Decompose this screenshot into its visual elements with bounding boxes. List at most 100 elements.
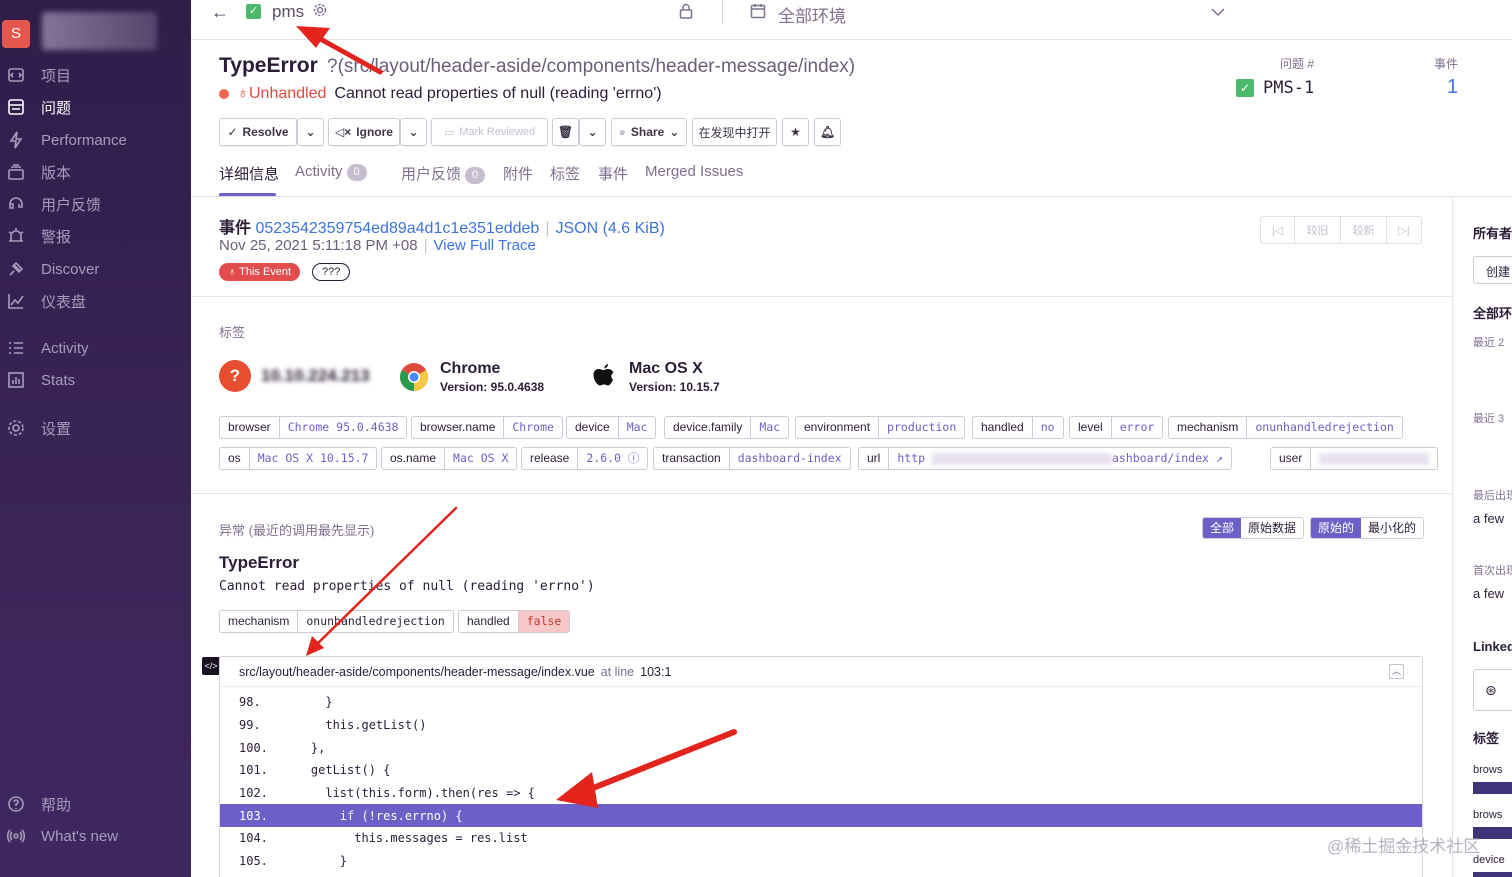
gear-icon[interactable]: [313, 3, 327, 22]
chevron-down-icon[interactable]: [1211, 4, 1225, 22]
org-switcher[interactable]: S: [0, 8, 191, 52]
chevron-down-icon: ⌄: [305, 125, 316, 139]
sidebar-item-alerts[interactable]: 警报: [0, 223, 191, 249]
exception-view-toggle: 全部 原始数据: [1202, 517, 1305, 539]
line-number: 102.: [239, 786, 268, 801]
ignore-dropdown-button[interactable]: ⌄: [400, 118, 427, 146]
tab-merged-issues[interactable]: Merged Issues: [645, 163, 743, 180]
org-avatar[interactable]: S: [2, 20, 30, 48]
tag-key: mechanism: [1169, 417, 1248, 438]
tag-value: Mac OS X: [453, 451, 509, 465]
frame-at-label: at line: [600, 664, 635, 679]
sidebar-item-projects[interactable]: 项目: [0, 62, 191, 88]
sidebar-item-releases[interactable]: 版本: [0, 159, 191, 185]
tag-key: url: [859, 448, 890, 469]
latest-event-button[interactable]: ▷|: [1387, 217, 1421, 243]
stack-frame-header[interactable]: src/layout/header-aside/components/heade…: [220, 657, 1422, 687]
tag-os-name[interactable]: os.name Mac OS X: [381, 447, 518, 470]
tag-user[interactable]: user: [1270, 447, 1439, 470]
broadcast-icon: [6, 826, 26, 846]
tag-release[interactable]: release 2.6.0 ⓘ: [521, 447, 649, 470]
sidebar-item-whats-new[interactable]: What's new: [0, 823, 191, 849]
tag-environment[interactable]: environment production: [795, 416, 966, 439]
tag-url[interactable]: url http ashboard/index ↗: [858, 447, 1232, 470]
lock-icon[interactable]: [679, 3, 693, 24]
view-full-trace-link[interactable]: View Full Trace: [434, 237, 536, 254]
tag-distribution-bar[interactable]: [1473, 872, 1512, 877]
line-code: },: [282, 740, 326, 755]
subscribe-button[interactable]: 🔔︎: [814, 118, 841, 146]
sidebar-item-issues[interactable]: 问题: [0, 94, 191, 120]
sidebar-item-activity[interactable]: Activity: [0, 335, 191, 361]
sidebar-item-performance[interactable]: Performance: [0, 127, 191, 153]
chrome-icon: [398, 361, 430, 393]
event-id-link[interactable]: 0523542359754ed89a4d1c1e351eddeb: [255, 220, 539, 237]
tag-key: mechanism: [220, 611, 299, 632]
delete-button[interactable]: 🗑: [552, 118, 579, 146]
ignore-button[interactable]: ◁× Ignore: [328, 118, 400, 146]
tag-browser[interactable]: browser Chrome 95.0.4638: [219, 416, 408, 439]
sidebar-item-settings[interactable]: 设置: [0, 415, 191, 441]
tab-events[interactable]: 事件: [598, 163, 628, 184]
line-code: list(this.form).then(res => {: [282, 786, 535, 801]
event-count[interactable]: 1: [1447, 76, 1458, 99]
original-button[interactable]: 原始的: [1311, 518, 1362, 538]
issue-sidebar: 所有者 创建 全部环境 最近 2 最近 3 最后出现 a few 首次出现 a …: [1452, 197, 1512, 877]
open-in-discover-button[interactable]: 在发现中打开: [692, 118, 777, 146]
frame-line-number: 103:1: [640, 664, 672, 679]
delete-dropdown-button[interactable]: ⌄: [579, 118, 606, 146]
event-date-line: Nov 25, 2021 5:11:18 PM +08 | View Full Tr…: [219, 237, 536, 254]
bookmark-button[interactable]: ★: [782, 118, 809, 146]
back-arrow-icon[interactable]: ←: [211, 2, 229, 23]
view-raw-button[interactable]: 原始数据: [1241, 518, 1303, 538]
tag-device-family[interactable]: device.family Mac: [664, 416, 790, 439]
tab-tags[interactable]: 标签: [550, 163, 580, 184]
browser-version: Version: 95.0.4638: [440, 380, 545, 394]
tag-mechanism[interactable]: mechanism onunhandledrejection: [1168, 416, 1403, 439]
share-button[interactable]: ● Share ⌄: [611, 118, 687, 146]
tab-details[interactable]: 详细信息: [219, 163, 279, 184]
first-event-button[interactable]: |◁: [1261, 217, 1295, 243]
event-json-link[interactable]: JSON (4.6 KiB): [555, 220, 664, 237]
minified-button[interactable]: 最小化的: [1361, 518, 1423, 538]
resolve-dropdown-button[interactable]: ⌄: [297, 118, 324, 146]
tab-attachments[interactable]: 附件: [503, 163, 533, 184]
line-code: this.messages = res.list: [282, 831, 528, 846]
tag-value: 2.6.0 ⓘ: [578, 448, 647, 469]
mark-reviewed-button[interactable]: ▭ Mark Reviewed: [431, 118, 548, 146]
tag-level[interactable]: level error: [1069, 416, 1164, 439]
external-link-icon[interactable]: ↗: [1216, 451, 1223, 465]
sidebar-item-user-feedback[interactable]: 用户反馈: [0, 191, 191, 217]
user-ip-value: 10.10.224.213: [261, 366, 370, 385]
tag-os[interactable]: os Mac OS X 10.15.7: [219, 447, 378, 470]
watermark: @稀土掘金技术社区: [1327, 837, 1481, 856]
tag-distribution-bar[interactable]: [1473, 782, 1512, 794]
user-ip: 10.10.224.213: [261, 366, 370, 386]
view-all-button[interactable]: 全部: [1203, 518, 1242, 538]
star-icon: ★: [790, 125, 801, 139]
tag-transaction[interactable]: transaction dashboard-index: [653, 447, 851, 470]
resolve-button[interactable]: ✓ Resolve: [219, 118, 297, 146]
older-event-button[interactable]: 较旧: [1295, 217, 1341, 243]
collapse-chevron-icon[interactable]: ︿: [1389, 664, 1404, 679]
sidebar-item-stats[interactable]: Stats: [0, 367, 191, 393]
create-ownership-button[interactable]: 创建: [1473, 256, 1512, 284]
newer-event-button[interactable]: 较新: [1341, 217, 1387, 243]
tag-handled[interactable]: handled no: [972, 416, 1064, 439]
sidebar-item-dashboards[interactable]: 仪表盘: [0, 288, 191, 314]
section-divider: [191, 296, 1452, 297]
tab-feedback-label: 用户反馈: [401, 166, 462, 183]
github-integration-card[interactable]: ⊛: [1473, 669, 1512, 711]
environment-selector[interactable]: 全部环境: [778, 2, 846, 27]
mark-reviewed-label: Mark Reviewed: [459, 126, 536, 138]
tab-user-feedback[interactable]: 用户反馈 0: [401, 163, 486, 184]
tab-activity[interactable]: Activity 0: [295, 163, 367, 181]
sidebar-item-help[interactable]: 帮助: [0, 791, 191, 817]
tag-value: onunhandledrejection: [306, 614, 445, 628]
info-icon[interactable]: ⓘ: [628, 451, 640, 465]
sidebar-item-discover[interactable]: Discover: [0, 256, 191, 282]
project-name[interactable]: pms: [272, 2, 304, 22]
settings-icon: [6, 418, 26, 438]
tag-browser-name[interactable]: browser.name Chrome: [411, 416, 563, 439]
tag-device[interactable]: device Mac: [566, 416, 657, 439]
